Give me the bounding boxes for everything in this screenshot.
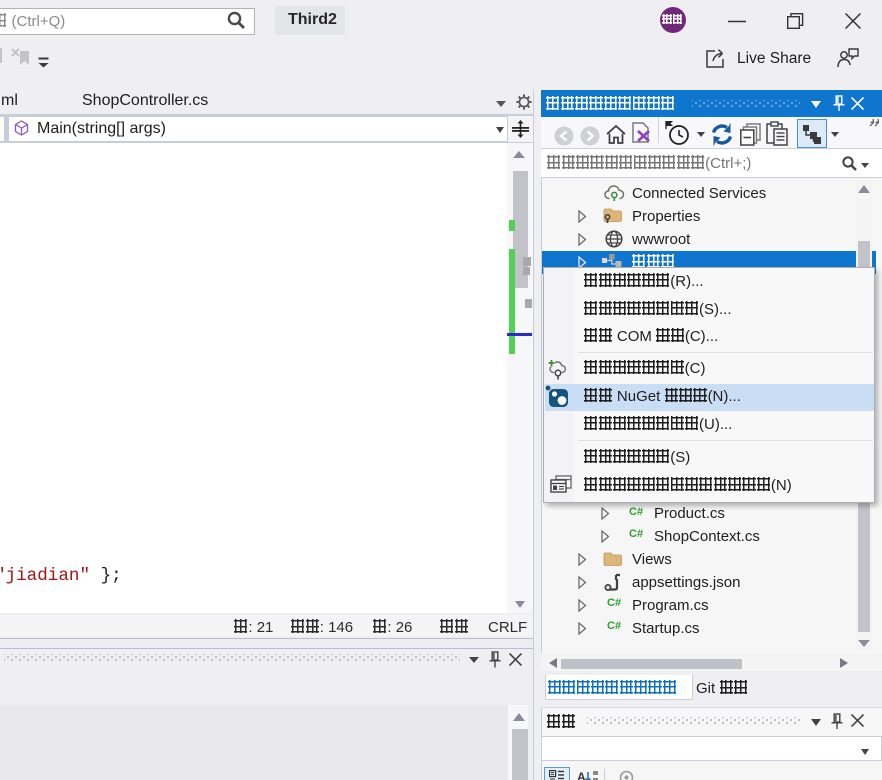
svg-text:A: A (577, 770, 586, 780)
